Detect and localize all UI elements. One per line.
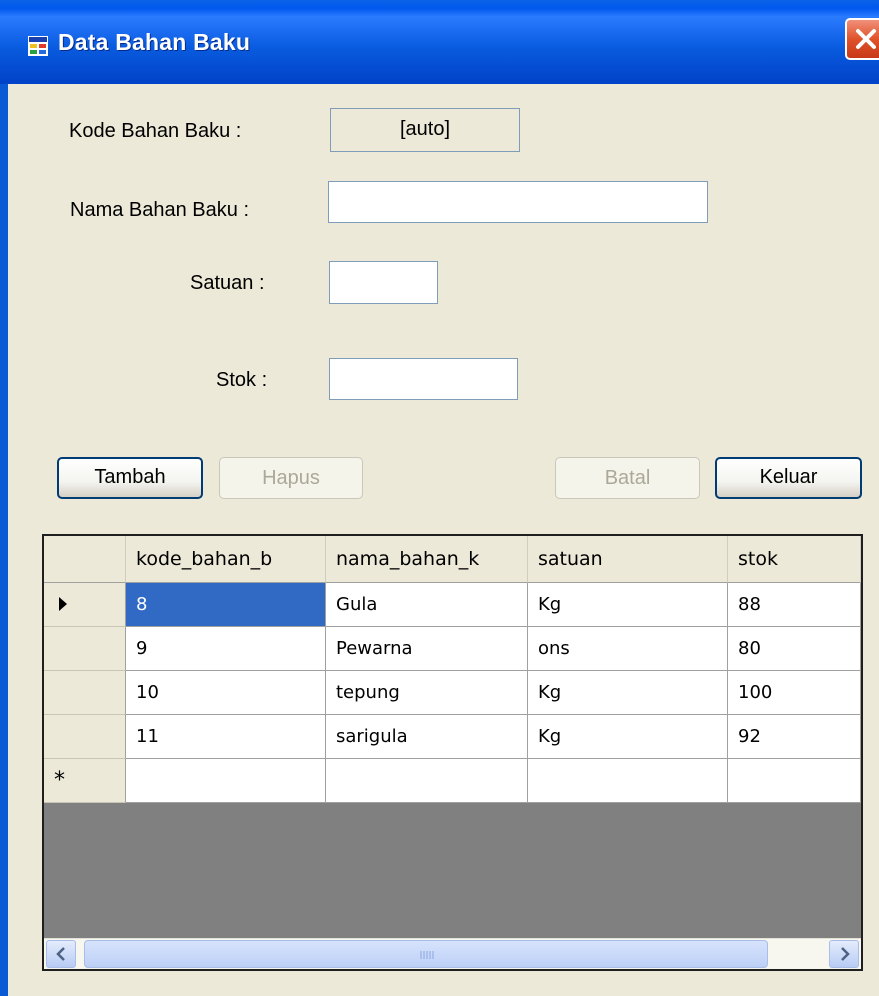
grid-cell[interactable]: 80 (728, 627, 861, 671)
grid-cell[interactable]: 100 (728, 671, 861, 715)
window-title: Data Bahan Baku (58, 29, 251, 55)
grid-corner-header[interactable] (44, 536, 126, 583)
grid-cell[interactable]: 88 (728, 583, 861, 627)
kode-value-display: [auto] (330, 108, 520, 152)
title-bar[interactable]: Data Bahan Baku (0, 0, 879, 84)
scroll-thumb[interactable] (84, 940, 768, 968)
new-row-cell[interactable] (126, 759, 326, 803)
kode-label: Kode Bahan Baku : (69, 120, 242, 142)
column-header-kode[interactable]: kode_bahan_b (126, 536, 326, 583)
stok-input[interactable] (329, 358, 518, 400)
stok-label: Stok : (216, 369, 268, 391)
scroll-left-button[interactable] (46, 940, 76, 968)
new-row-cell[interactable] (728, 759, 861, 803)
row-header[interactable] (44, 715, 126, 759)
grid-cell[interactable]: 92 (728, 715, 861, 759)
grid-cell[interactable]: Gula (326, 583, 528, 627)
tambah-button[interactable]: Tambah (57, 457, 203, 499)
data-grid[interactable]: kode_bahan_b nama_bahan_k satuan stok 8 … (42, 534, 863, 971)
chevron-right-icon (841, 947, 850, 961)
grid-cell[interactable]: Kg (528, 715, 728, 759)
new-row-cell[interactable] (528, 759, 728, 803)
keluar-button[interactable]: Keluar (715, 457, 862, 499)
column-header-nama[interactable]: nama_bahan_k (326, 536, 528, 583)
chevron-left-icon (56, 947, 65, 961)
grid-cell[interactable]: Pewarna (326, 627, 528, 671)
grid-cell[interactable]: tepung (326, 671, 528, 715)
grid-cell[interactable]: Kg (528, 583, 728, 627)
nama-input[interactable] (328, 181, 708, 223)
grid-cell[interactable]: sarigula (326, 715, 528, 759)
grid-cell[interactable]: 10 (126, 671, 326, 715)
row-header[interactable] (44, 583, 126, 627)
new-row-marker[interactable]: * (44, 759, 126, 803)
app-window-icon (28, 36, 48, 56)
column-header-stok[interactable]: stok (728, 536, 861, 583)
grid-cell[interactable]: Kg (528, 671, 728, 715)
row-header[interactable] (44, 671, 126, 715)
row-header[interactable] (44, 627, 126, 671)
grid-cell[interactable]: 9 (126, 627, 326, 671)
grid-cell[interactable]: ons (528, 627, 728, 671)
hapus-button[interactable]: Hapus (219, 457, 363, 499)
close-icon (856, 29, 876, 49)
batal-button[interactable]: Batal (555, 457, 700, 499)
new-row-cell[interactable] (326, 759, 528, 803)
column-header-satuan[interactable]: satuan (528, 536, 728, 583)
nama-label: Nama Bahan Baku : (70, 199, 249, 221)
grid-cell[interactable]: 11 (126, 715, 326, 759)
satuan-label: Satuan : (190, 272, 265, 294)
close-button[interactable] (845, 18, 879, 60)
satuan-input[interactable] (329, 261, 438, 304)
current-row-arrow-icon (59, 597, 67, 611)
grip-icon (420, 951, 434, 959)
grid-cell[interactable]: 8 (126, 583, 326, 627)
scroll-right-button[interactable] (829, 940, 859, 968)
horizontal-scrollbar[interactable] (44, 938, 861, 969)
